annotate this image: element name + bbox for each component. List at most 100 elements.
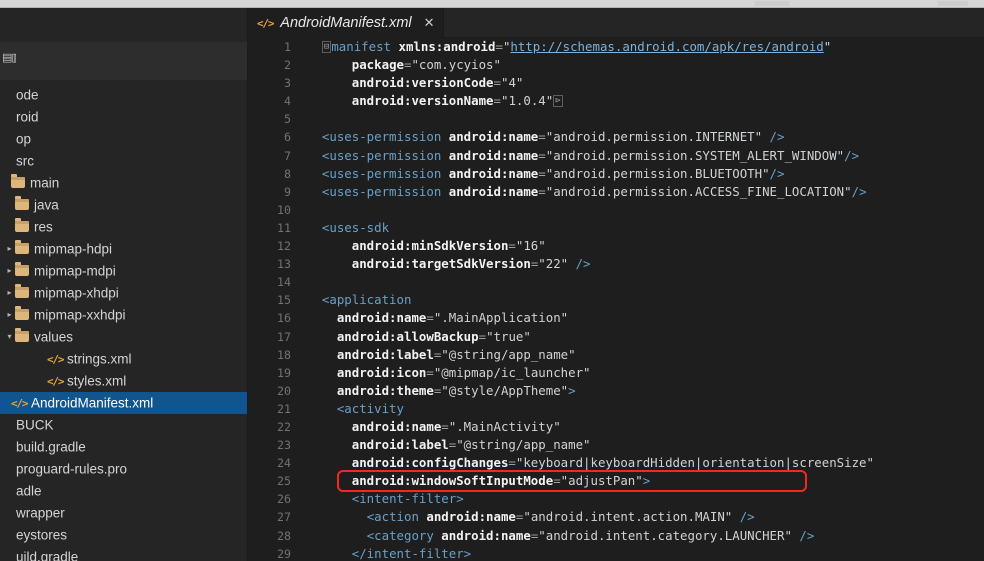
token-str: "com.ycyios" <box>411 57 501 73</box>
code-line[interactable]: 1 ⊟ manifest xmlns:android= "http://schema… <box>249 38 984 56</box>
tree-item-label: build.gradle <box>16 439 86 455</box>
tree-item-java[interactable]: java <box>0 194 247 216</box>
os-title-strip <box>0 0 984 8</box>
tree-item-roid[interactable]: roid <box>0 106 247 128</box>
tree-item-wrapper[interactable]: wrapper <box>0 502 247 524</box>
chevron-right-icon[interactable]: ▸ <box>4 282 15 304</box>
token-tag: <intent-filter> <box>351 491 464 507</box>
code-fold-marker[interactable]: ⊳ <box>553 94 563 107</box>
code-line[interactable]: 24 android:configChanges="keyboard|keybo… <box>249 454 984 472</box>
code-line[interactable]: 5 <box>249 110 984 128</box>
code-line[interactable]: 16 android:name=".MainApplication" <box>249 309 984 327</box>
tree-item-label: mipmap-hdpi <box>34 241 113 257</box>
code-line[interactable]: 4 android:versionName="1.0.4" ⊳ <box>249 92 984 110</box>
code-line[interactable]: 3 android:versionCode="4" <box>249 74 984 92</box>
grid-glyph-icon[interactable]: ▤▥ <box>2 50 16 66</box>
tree-item-label: main <box>30 175 60 191</box>
tree-item-mipmap-hdpi[interactable]: ▸ mipmap-hdpi <box>0 238 247 260</box>
code-line[interactable]: 14 <box>249 273 984 291</box>
line-number: 14 <box>277 275 291 290</box>
tree-item-eystores[interactable]: eystores <box>0 524 247 546</box>
code-line[interactable]: 27 <action android:name="android.intent.… <box>249 508 984 526</box>
line-number: 17 <box>277 329 291 344</box>
close-icon[interactable]: ✕ <box>424 17 435 30</box>
code-line[interactable]: 17 android:allowBackup="true" <box>249 328 984 346</box>
tree-item-strings-xml[interactable]: </> strings.xml <box>0 348 247 370</box>
token-eq: = <box>493 93 501 109</box>
token-tag: > <box>568 382 576 398</box>
tree-item-op[interactable]: op <box>0 128 247 150</box>
code-line[interactable]: 26 <intent-filter> <box>249 490 984 508</box>
token-tag: <uses-permission <box>321 129 442 145</box>
line-number: 11 <box>277 220 291 235</box>
chevron-right-icon[interactable]: ▸ <box>4 304 15 326</box>
chevron-right-icon[interactable]: ▸ <box>4 260 15 282</box>
code-line[interactable]: 6 <uses-permission android:name="android… <box>249 128 984 146</box>
token-eq: = <box>426 310 434 326</box>
token-link[interactable]: http://schemas.android.com/apk/res/andro… <box>510 39 823 54</box>
token-tag: <uses-permission <box>321 183 442 199</box>
chevron-right-icon[interactable]: ▸ <box>4 238 15 260</box>
line-number: 25 <box>277 474 291 489</box>
tree-item-label: ode <box>16 87 39 103</box>
code-line[interactable]: 19 android:icon="@mipmap/ic_launcher" <box>249 364 984 382</box>
code-text: android:minSdkVersion="16" <box>307 237 546 255</box>
code-line[interactable]: 9 <uses-permission android:name="android… <box>249 183 984 201</box>
code-line[interactable]: 23 android:label="@string/app_name" <box>249 436 984 454</box>
code-line[interactable]: 28 <category android:name="android.inten… <box>249 527 984 545</box>
chevron-down-icon[interactable]: ▾ <box>4 326 15 348</box>
token-attr: android:versionName <box>351 93 494 109</box>
code-line[interactable]: 20 android:theme="@style/AppTheme"> <box>249 382 984 400</box>
code-line[interactable]: 2 package="com.ycyios" <box>249 56 984 74</box>
code-line[interactable]: 15 <application <box>249 291 984 309</box>
code-line[interactable]: 22 android:name=".MainActivity" <box>249 418 984 436</box>
token-str: "adjustPan" <box>560 473 643 489</box>
tree-item-ode[interactable]: ode <box>0 84 247 106</box>
tree-item-adle[interactable]: adle <box>0 480 247 502</box>
tree-item-res[interactable]: res <box>0 216 247 238</box>
code-text: android:windowSoftInputMode="adjustPan"> <box>307 472 650 490</box>
explorer-toolbar[interactable]: ▤▥ <box>0 42 247 81</box>
line-number: 13 <box>277 257 291 272</box>
code-line[interactable]: 21 <activity <box>249 400 984 418</box>
tree-item-src[interactable]: src <box>0 150 247 172</box>
code-line[interactable]: 13 android:targetSdkVersion="22" /> <box>249 255 984 273</box>
tab-title: AndroidManifest.xml <box>280 15 412 31</box>
code-line[interactable]: 7 <uses-permission android:name="android… <box>249 147 984 165</box>
code-text: android:label="@string/app_name" <box>307 436 591 454</box>
tab-androidmanifest[interactable]: </> AndroidManifest.xml ✕ <box>249 8 444 38</box>
token-str: "1.0.4" <box>500 93 554 109</box>
token-tag: /> <box>732 509 755 525</box>
tree-item-buck[interactable]: BUCK <box>0 414 247 436</box>
tree-item-values[interactable]: ▾ values <box>0 326 247 348</box>
code-text: <action android:name="android.intent.act… <box>307 508 755 526</box>
tree-item-mipmap-xxhdpi[interactable]: ▸ mipmap-xxhdpi <box>0 304 247 326</box>
line-number: 1 <box>284 40 291 54</box>
tree-item-uild-gradle[interactable]: uild.gradle <box>0 546 247 561</box>
code-content[interactable]: 1 ⊟ manifest xmlns:android="http://schema… <box>249 38 984 561</box>
tree-item-androidmanifest-xml[interactable]: </> AndroidManifest.xml <box>0 392 247 414</box>
line-number: 16 <box>277 311 291 326</box>
tree-item-main[interactable]: main <box>0 172 247 194</box>
tree-item-proguard-rules-pro[interactable]: proguard-rules.pro <box>0 458 247 480</box>
code-line[interactable]: 12 android:minSdkVersion="16" <box>249 237 984 255</box>
code-line[interactable]: 10 <box>249 201 984 219</box>
tree-item-mipmap-xhdpi[interactable]: ▸ mipmap-xhdpi <box>0 282 247 304</box>
code-line[interactable]: 8 <uses-permission android:name="android… <box>249 165 984 183</box>
tree-item-styles-xml[interactable]: </> styles.xml <box>0 370 247 392</box>
token-attr: xmlns:android <box>398 39 496 54</box>
code-text: <activity <box>307 400 404 418</box>
code-fold-marker[interactable]: ⊟ <box>321 40 332 53</box>
code-text: android:icon="@mipmap/ic_launcher" <box>307 364 591 382</box>
tree-item-build-gradle[interactable]: build.gradle <box>0 436 247 458</box>
tree-item-label: BUCK <box>16 417 54 433</box>
code-line[interactable]: 29 </intent-filter> <box>249 545 984 561</box>
code-line[interactable]: 11 <uses-sdk <box>249 219 984 237</box>
code-line[interactable]: 18 android:label="@string/app_name" <box>249 346 984 364</box>
code-line[interactable]: 25 android:windowSoftInputMode="adjustPa… <box>249 472 984 490</box>
tree-item-mipmap-mdpi[interactable]: ▸ mipmap-mdpi <box>0 260 247 282</box>
